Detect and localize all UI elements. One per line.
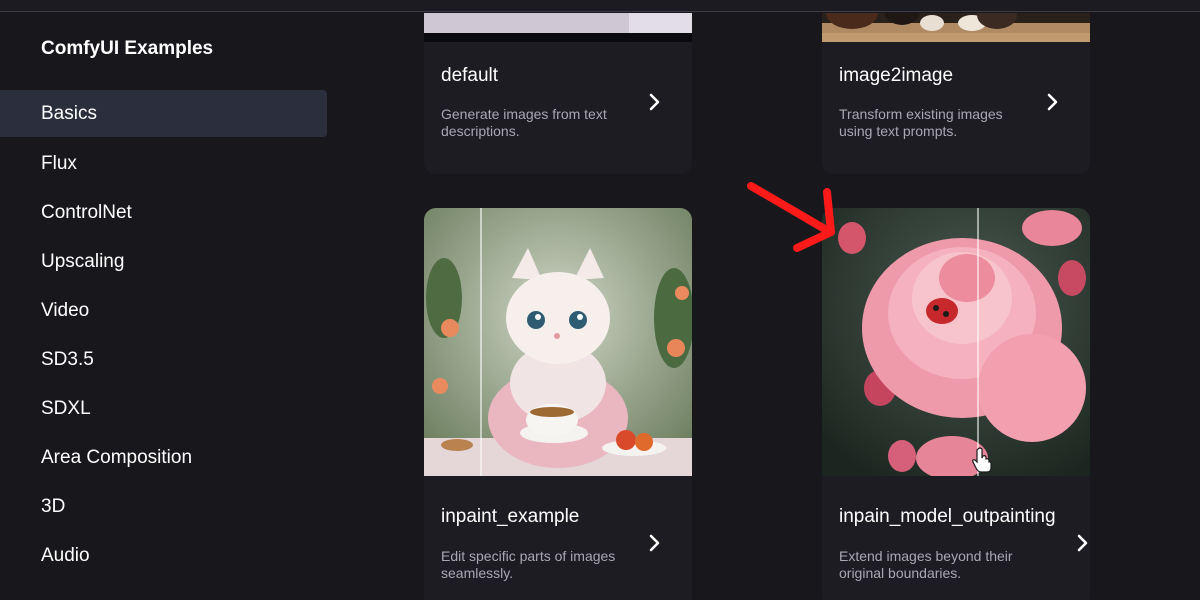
sidebar-nav: Basics Flux ControlNet Upscaling Video S… [0,90,340,580]
example-card-inpain-model-outpainting[interactable]: inpain_model_outpainting Extend images b… [822,208,1090,600]
red-arrow-annotation [745,180,845,260]
sidebar-item-sdxl[interactable]: SDXL [0,384,327,433]
examples-grid: default Generate images from text descri… [340,13,1200,600]
chevron-right-icon[interactable] [647,533,663,553]
thumbnail-inpaint-example [424,208,692,476]
card-info-image2image: image2image Transform existing images us… [822,42,1090,174]
hand-pointer-cursor [972,447,992,473]
chevron-right-icon[interactable] [1075,533,1090,553]
card-info-inpain-model-outpainting: inpain_model_outpainting Extend images b… [822,476,1090,600]
card-title: inpaint_example [441,506,580,527]
sidebar: ComfyUI Examples Basics Flux ControlNet … [0,13,340,600]
card-title: inpain_model_outpainting [839,506,1056,527]
thumbnail-image2image [822,13,1090,42]
window-top-bar [0,0,1200,12]
sidebar-item-3d[interactable]: 3D [0,482,327,531]
sidebar-item-video[interactable]: Video [0,286,327,335]
sidebar-item-audio[interactable]: Audio [0,531,327,580]
card-title: image2image [839,65,954,86]
card-info-default: default Generate images from text descri… [424,42,692,174]
chevron-right-icon[interactable] [647,92,663,112]
example-card-image2image[interactable]: image2image Transform existing images us… [822,13,1090,174]
sidebar-item-area-composition[interactable]: Area Composition [0,433,327,482]
sidebar-item-upscaling[interactable]: Upscaling [0,237,327,286]
card-description: Generate images from text descriptions. [441,106,607,139]
sidebar-item-flux[interactable]: Flux [0,139,327,188]
thumbnail-inpain-model-outpainting [822,208,1090,476]
sidebar-title: ComfyUI Examples [41,38,214,59]
example-card-inpaint-example[interactable]: inpaint_example Edit specific parts of i… [424,208,692,600]
example-card-default[interactable]: default Generate images from text descri… [424,13,692,174]
sidebar-item-basics[interactable]: Basics [0,90,327,137]
sidebar-item-sd35[interactable]: SD3.5 [0,335,327,384]
card-description: Transform existing images using text pro… [839,106,1003,139]
chevron-right-icon[interactable] [1045,92,1061,112]
card-description: Extend images beyond their original boun… [839,548,1013,581]
card-title: default [441,65,499,86]
thumbnail-default [424,13,692,42]
card-description: Edit specific parts of images seamlessly… [441,548,616,581]
sidebar-item-controlnet[interactable]: ControlNet [0,188,327,237]
card-info-inpaint-example: inpaint_example Edit specific parts of i… [424,476,692,600]
